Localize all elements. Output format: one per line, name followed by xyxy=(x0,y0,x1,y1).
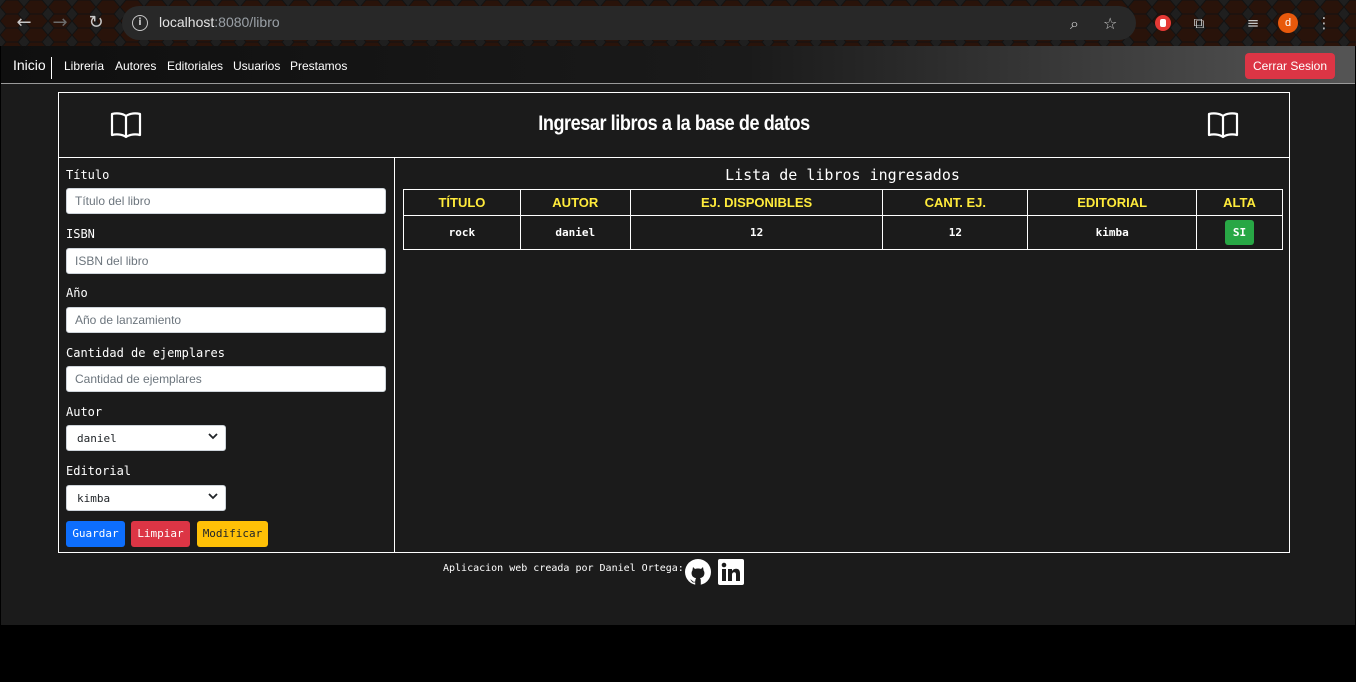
nav-link-editoriales[interactable]: Editoriales xyxy=(167,59,223,73)
books-table: TÍTULO AUTOR EJ. DISPONIBLES CANT. EJ. E… xyxy=(403,189,1283,250)
url-path: :8080/libro xyxy=(214,14,280,30)
table-header-row: TÍTULO AUTOR EJ. DISPONIBLES CANT. EJ. E… xyxy=(403,189,1283,216)
profile-avatar[interactable]: d xyxy=(1278,13,1298,33)
column-header-editorial: EDITORIAL xyxy=(1027,189,1198,216)
cell-alta: SI xyxy=(1196,215,1283,250)
column-header-disponibles: EJ. DISPONIBLES xyxy=(629,189,884,216)
zoom-icon[interactable]: ⌕ xyxy=(1070,14,1079,34)
logout-button[interactable]: Cerrar Sesion xyxy=(1245,53,1335,79)
autor-select-value: daniel xyxy=(77,432,117,445)
cantidad-label: Cantidad de ejemplares xyxy=(66,346,225,360)
page-body: Inicio Libreria Autores Editoriales Usua… xyxy=(1,46,1355,625)
url-text[interactable]: localhost:8080/libro xyxy=(159,14,280,30)
nav-link-usuarios[interactable]: Usuarios xyxy=(233,59,280,73)
nav-brand-inicio[interactable]: Inicio xyxy=(13,57,52,79)
isbn-input[interactable]: ISBN del libro xyxy=(66,248,386,274)
list-title: Lista de libros ingresados xyxy=(725,166,960,184)
footer-text: Aplicacion web creada por Daniel Ortega: xyxy=(443,563,684,574)
column-header-cantidad: CANT. EJ. xyxy=(882,189,1029,216)
editorial-select-value: kimba xyxy=(77,492,111,505)
cell-cantidad: 12 xyxy=(882,215,1029,250)
chevron-down-icon xyxy=(208,433,218,440)
url-host: localhost xyxy=(159,14,215,30)
nav-link-prestamos[interactable]: Prestamos xyxy=(290,59,347,73)
browser-menu-icon[interactable]: ⋮ xyxy=(1313,12,1335,34)
titulo-label: Título xyxy=(66,168,110,182)
editorial-label: Editorial xyxy=(66,464,132,478)
extensions-icon[interactable]: ⧉ xyxy=(1188,12,1210,34)
cell-autor: daniel xyxy=(519,215,631,250)
isbn-label: ISBN xyxy=(66,227,95,241)
open-book-icon xyxy=(110,112,142,139)
cell-titulo: rock xyxy=(403,215,521,250)
nav-link-autores[interactable]: Autores xyxy=(115,59,156,73)
column-header-autor: AUTOR xyxy=(519,189,631,216)
cell-editorial: kimba xyxy=(1027,215,1198,250)
forward-icon[interactable]: → xyxy=(48,11,72,35)
back-icon[interactable]: ← xyxy=(12,11,36,35)
clear-button[interactable]: Limpiar xyxy=(131,521,190,547)
anio-label: Año xyxy=(66,286,88,300)
autor-select[interactable]: daniel xyxy=(66,425,226,451)
editorial-select[interactable]: kimba xyxy=(66,485,226,511)
nav-link-libreria[interactable]: Libreria xyxy=(64,59,104,73)
browser-toolbar: ← → ↻ i localhost:8080/libro ⌕ ☆ ⧉ ≡ d ⋮ xyxy=(0,0,1356,46)
titulo-input[interactable]: Título del libro xyxy=(66,188,386,214)
books-list: Lista de libros ingresados TÍTULO AUTOR … xyxy=(396,158,1289,552)
page-title: Ingresar libros a la base de datos xyxy=(538,112,810,135)
media-control-icon[interactable]: ≡ xyxy=(1242,12,1264,34)
extension-stop-icon[interactable] xyxy=(1152,12,1174,34)
book-form: Título Título del libro ISBN ISBN del li… xyxy=(59,158,395,552)
top-navbar: Inicio Libreria Autores Editoriales Usua… xyxy=(1,46,1355,84)
column-header-alta: ALTA xyxy=(1196,189,1283,216)
panel-header: Ingresar libros a la base de datos xyxy=(59,93,1289,158)
reload-icon[interactable]: ↻ xyxy=(84,11,108,35)
site-info-icon[interactable]: i xyxy=(132,15,148,31)
cell-disponibles: 12 xyxy=(629,215,884,250)
autor-label: Autor xyxy=(66,405,103,419)
main-panel: Ingresar libros a la base de datos Títul… xyxy=(58,92,1290,553)
chevron-down-icon xyxy=(208,493,218,500)
cantidad-input[interactable]: Cantidad de ejemplares xyxy=(66,366,386,392)
bookmark-star-icon[interactable]: ☆ xyxy=(1103,14,1117,33)
modify-button[interactable]: Modificar xyxy=(197,521,268,547)
github-icon[interactable] xyxy=(684,558,712,586)
alta-button[interactable]: SI xyxy=(1225,220,1255,245)
anio-input[interactable]: Año de lanzamiento xyxy=(66,307,386,333)
open-book-icon xyxy=(1207,112,1239,139)
table-row: rock daniel 12 12 kimba SI xyxy=(403,215,1283,250)
save-button[interactable]: Guardar xyxy=(66,521,125,547)
linkedin-icon[interactable] xyxy=(717,558,745,586)
column-header-titulo: TÍTULO xyxy=(403,189,521,216)
address-bar[interactable]: i localhost:8080/libro ⌕ ☆ xyxy=(122,6,1136,40)
